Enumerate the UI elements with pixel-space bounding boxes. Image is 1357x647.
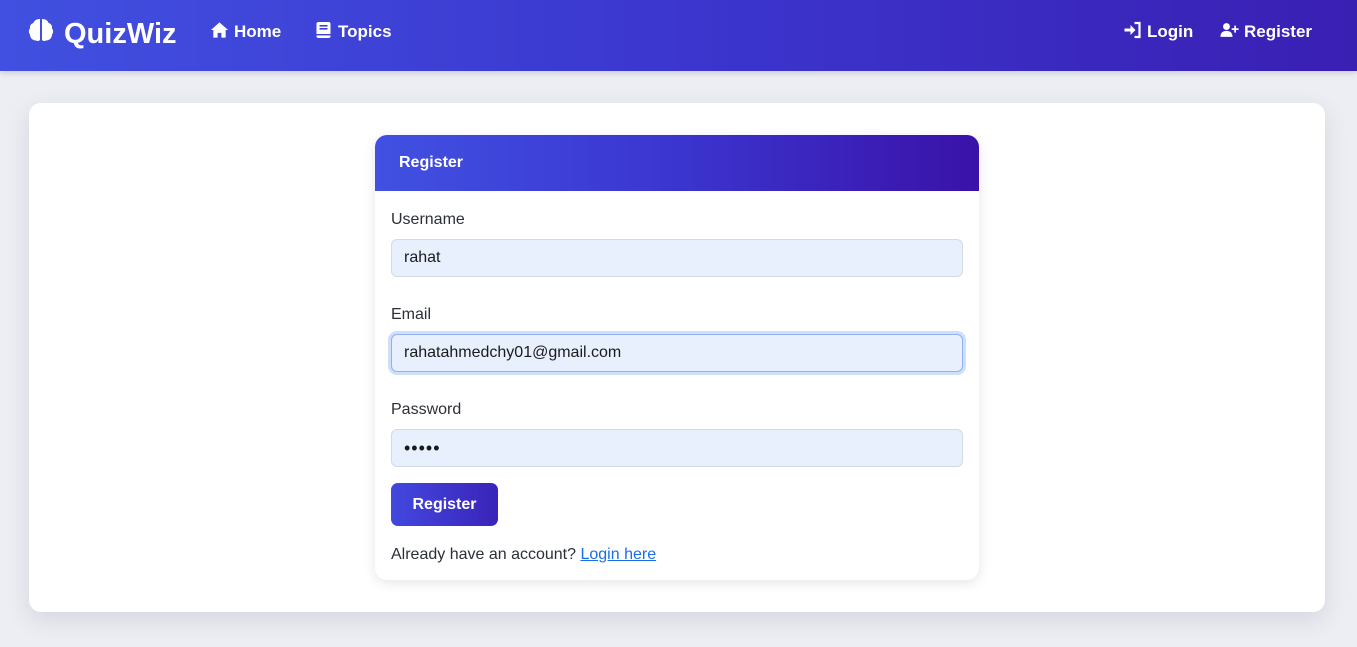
top-navbar: QuizWiz Home Topics Login Register	[0, 0, 1357, 71]
user-plus-icon	[1220, 21, 1239, 44]
password-input[interactable]	[391, 429, 963, 467]
sign-in-icon	[1123, 21, 1142, 44]
login-prompt-text: Already have an account?	[391, 546, 577, 563]
nav-topics-link[interactable]: Topics	[314, 20, 392, 44]
login-here-link[interactable]: Login here	[580, 546, 656, 563]
book-icon	[314, 21, 333, 44]
form-title: Register	[399, 154, 464, 171]
nav-home-link[interactable]: Home	[210, 20, 281, 44]
register-form-card: Register Username Email Password Registe…	[375, 135, 979, 580]
nav-topics-label: Topics	[338, 22, 392, 41]
form-header: Register	[375, 135, 979, 191]
brand-name: QuizWiz	[64, 17, 177, 50]
register-submit-button[interactable]: Register	[391, 483, 498, 526]
nav-login-label: Login	[1147, 22, 1194, 41]
form-body: Username Email Password Register Already…	[375, 191, 979, 564]
home-icon	[210, 21, 229, 44]
email-input[interactable]	[391, 334, 963, 372]
username-label: Username	[391, 211, 465, 228]
nav-register-label: Register	[1244, 22, 1313, 41]
password-label: Password	[391, 401, 462, 418]
brand-logo[interactable]: QuizWiz	[28, 14, 177, 54]
nav-login-link[interactable]: Login	[1123, 20, 1193, 44]
email-label: Email	[391, 306, 432, 323]
nav-home-label: Home	[234, 22, 282, 41]
login-prompt-row: Already have an account? Login here	[391, 546, 963, 564]
brain-icon	[28, 17, 54, 51]
nav-register-link[interactable]: Register	[1220, 20, 1312, 44]
username-input[interactable]	[391, 239, 963, 277]
